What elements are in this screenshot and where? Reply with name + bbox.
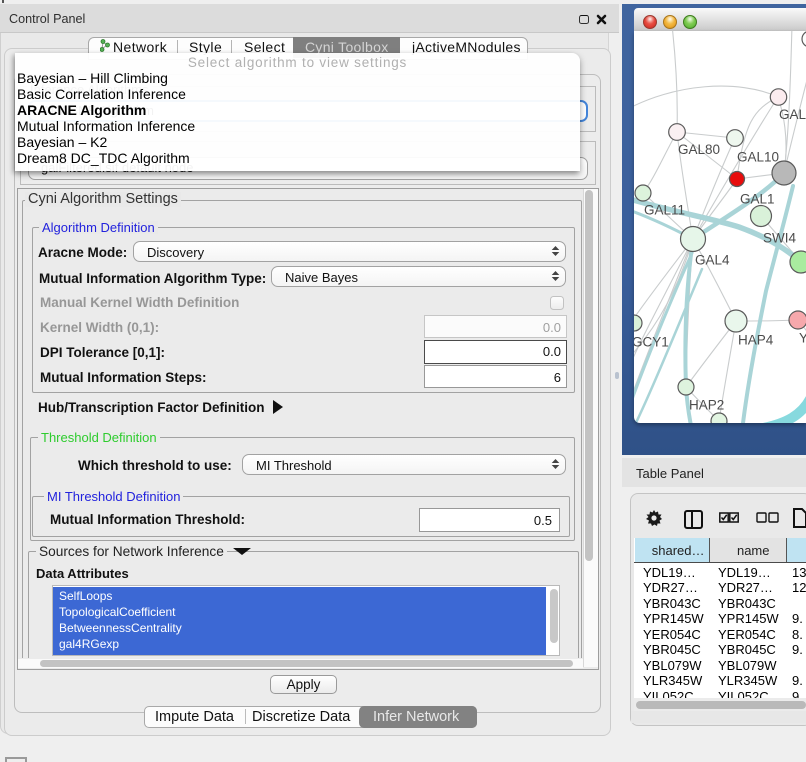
- svg-text:GAL11: GAL11: [644, 203, 685, 218]
- svg-text:GAL80: GAL80: [678, 142, 720, 157]
- svg-text:GAL1: GAL1: [740, 192, 775, 207]
- svg-text:GAL10: GAL10: [737, 150, 779, 165]
- svg-text:HAP2: HAP2: [689, 398, 724, 413]
- svg-text:SWI4: SWI4: [763, 231, 796, 246]
- svg-text:GCY1: GCY1: [634, 335, 669, 350]
- svg-text:GAL4: GAL4: [695, 253, 730, 268]
- svg-text:GAL80: GAL80: [779, 107, 806, 122]
- svg-text:HAP4: HAP4: [738, 333, 774, 348]
- svg-text:Y: Y: [799, 331, 806, 346]
